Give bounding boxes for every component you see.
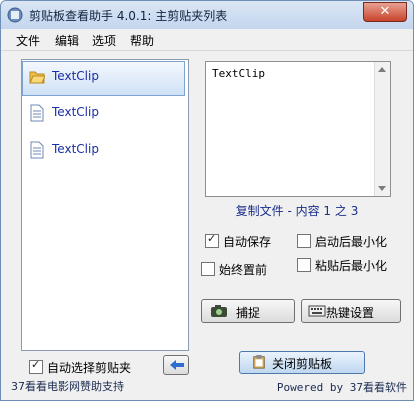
menu-file[interactable]: 文件 (16, 32, 40, 49)
checkbox-label: 自动选择剪贴夹 (47, 361, 132, 375)
vertical-scrollbar[interactable] (374, 62, 390, 196)
folder-open-icon (29, 71, 45, 84)
clip-label: TextClip (52, 105, 99, 119)
arrow-left-icon (170, 360, 184, 370)
preview-text: TextClip (212, 67, 265, 80)
scroll-up-icon[interactable] (378, 67, 386, 72)
clip-label: TextClip (52, 69, 99, 83)
auto-save-checkbox[interactable]: 自动保存 (205, 232, 272, 250)
checkbox-box[interactable] (201, 262, 215, 276)
keyboard-icon (308, 305, 326, 317)
checkbox-box[interactable] (297, 258, 311, 272)
app-window: 剪贴板查看助手 4.0.1: 主剪贴夹列表 ✕ 文件 编辑 选项 帮助 Text… (0, 0, 414, 401)
checkbox-box[interactable] (29, 358, 43, 374)
text-file-icon (30, 141, 44, 159)
menu-bar: 文件 编辑 选项 帮助 (1, 29, 413, 51)
menu-options[interactable]: 选项 (92, 32, 116, 49)
close-clipboard-label: 关闭剪贴板 (272, 357, 333, 371)
menu-edit[interactable]: 编辑 (55, 32, 79, 49)
clip-list[interactable]: TextClip TextClip TextClip (21, 59, 189, 351)
checkbox-label: 粘贴后最小化 (315, 259, 388, 273)
checkbox-label: 启动后最小化 (315, 235, 388, 249)
app-icon (7, 7, 23, 23)
always-on-top-checkbox[interactable]: 始终置前 (201, 261, 267, 278)
menu-help[interactable]: 帮助 (130, 32, 154, 49)
window-close-button[interactable]: ✕ (363, 2, 407, 22)
checkbox-box[interactable] (297, 234, 311, 248)
clip-list-item[interactable]: TextClip (23, 135, 187, 169)
clip-list-item[interactable]: TextClip (23, 98, 187, 132)
minimize-after-start-checkbox[interactable]: 启动后最小化 (297, 233, 387, 250)
clip-label: TextClip (52, 142, 99, 156)
clip-status: 复制文件 - 内容 1 之 3 (235, 204, 359, 218)
clip-preview-textarea[interactable]: TextClip (205, 61, 391, 197)
checkbox-label: 始终置前 (219, 263, 268, 277)
hotkey-settings-label: 热键设置 (326, 306, 375, 320)
text-file-icon (30, 104, 44, 122)
close-clipboard-button[interactable]: 关闭剪贴板 (239, 351, 365, 374)
clipboard-icon (253, 355, 265, 369)
title-bar[interactable]: 剪贴板查看助手 4.0.1: 主剪贴夹列表 ✕ (1, 1, 413, 29)
clip-list-item[interactable]: TextClip (22, 61, 185, 96)
capture-button[interactable]: 捕捉 (201, 299, 295, 323)
minimize-after-paste-checkbox[interactable]: 粘贴后最小化 (297, 257, 387, 274)
back-arrow-button[interactable] (163, 355, 189, 375)
hotkey-settings-button[interactable]: 热键设置 (301, 299, 401, 323)
powered-by-text: Powered by 37看看软件 (276, 381, 407, 394)
auto-select-clip-checkbox[interactable]: 自动选择剪贴夹 (29, 358, 132, 376)
scroll-down-icon[interactable] (378, 186, 386, 191)
camera-icon (211, 305, 227, 317)
checkbox-label: 自动保存 (223, 235, 272, 249)
sponsor-text: 37看看电影网赞助支持 (11, 380, 124, 393)
window-title: 剪贴板查看助手 4.0.1: 主剪贴夹列表 (29, 9, 228, 23)
capture-label: 捕捉 (236, 306, 261, 320)
checkbox-box[interactable] (205, 232, 219, 248)
